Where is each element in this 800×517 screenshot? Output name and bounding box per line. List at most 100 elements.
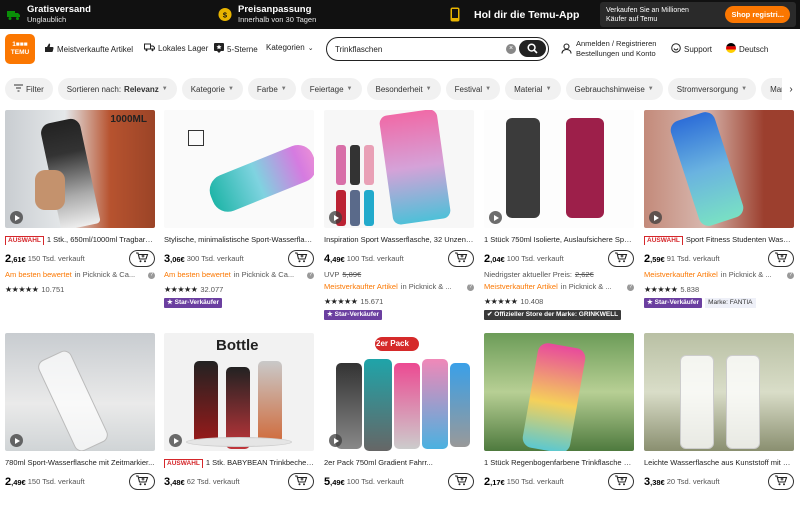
filter-bar: Filter Sortieren nach: Relevanz ▼ Katego… [0, 76, 800, 102]
product-card[interactable]: Inspiration Sport Wasserflasche, 32 Unze… [324, 110, 474, 320]
filter-chip-farbe[interactable]: Farbe ▼ [247, 78, 296, 100]
product-image[interactable] [324, 110, 474, 228]
add-to-cart-button[interactable] [448, 250, 474, 267]
clear-search-icon[interactable]: × [506, 44, 516, 54]
rating-row[interactable]: ★★★★★ 15.671 [324, 296, 474, 306]
thumbs-up-icon [44, 43, 54, 55]
product-card[interactable]: 1000ML AUSWAHL 1 Stk., 650ml/1000ml Tragba… [5, 110, 155, 294]
info-icon[interactable]: ? [148, 271, 155, 279]
search-box[interactable]: × [326, 37, 549, 61]
ranking-row[interactable]: Meistverkaufter Artikel in Picknick & ..… [644, 270, 794, 280]
product-image[interactable] [5, 333, 155, 451]
info-icon[interactable]: ? [787, 271, 794, 279]
search-input[interactable] [335, 44, 495, 54]
product-image[interactable]: 2er Pack [324, 333, 474, 451]
product-card[interactable]: Bottle AUSWAHL 1 Stk. BABYBEAN Trinkbecher… [164, 333, 314, 490]
filter-chip-feiertage[interactable]: Feiertage ▼ [300, 78, 362, 100]
ranking-row[interactable]: Am besten bewertet in Picknick & Ca... ? [5, 270, 155, 280]
support-link[interactable]: Support [671, 43, 712, 55]
filter-chip-festival[interactable]: Festival ▼ [445, 78, 501, 100]
rating-row[interactable]: ★★★★★ 32.077 [164, 284, 314, 294]
product-image[interactable] [484, 333, 634, 451]
app-download-banner[interactable]: Hol dir die Temu-App [448, 0, 579, 29]
info-icon[interactable]: ? [467, 283, 474, 291]
filter-chip-gebrauchshinweise[interactable]: Gebrauchshinweise ▼ [565, 78, 663, 100]
add-to-cart-button[interactable] [288, 473, 314, 490]
product-image[interactable]: Bottle [164, 333, 314, 451]
play-video-icon[interactable] [489, 211, 502, 224]
filter-chip-material[interactable]: Material ▼ [505, 78, 561, 100]
product-title-row[interactable]: Inspiration Sport Wasserflasche, 32 Unze… [324, 235, 474, 245]
nav-bestsellers[interactable]: Meistverkaufte Artikel [44, 43, 133, 55]
play-video-icon[interactable] [10, 434, 23, 447]
scroll-right-button[interactable]: › [782, 76, 800, 102]
product-title-row[interactable]: Leichte Wasserflasche aus Kunststoff mit… [644, 458, 794, 468]
nav-five-stars[interactable]: 5-Sterne [214, 43, 258, 55]
product-image[interactable] [644, 333, 794, 451]
add-to-cart-button[interactable] [288, 250, 314, 267]
product-card[interactable]: 1 Stück 750ml Isolierte, Auslaufsichere … [484, 110, 634, 320]
add-to-cart-button[interactable] [448, 473, 474, 490]
seller-promo-banner[interactable]: Verkaufen Sie an Millionen Käufer auf Te… [600, 2, 796, 27]
add-to-cart-button[interactable] [768, 473, 794, 490]
sort-dropdown[interactable]: Sortieren nach: Relevanz ▼ [57, 78, 177, 100]
free-shipping-banner[interactable]: Gratisversand Unglaublich [7, 0, 91, 29]
filter-button[interactable]: Filter [5, 78, 53, 100]
filter-chip-stromversorgung[interactable]: Stromversorgung ▼ [667, 78, 757, 100]
product-image[interactable]: 1000ML [5, 110, 155, 228]
ranking-row[interactable]: Meistverkaufter Artikel in Picknick & ..… [484, 282, 634, 292]
nav-categories[interactable]: Kategorien ⌄ [266, 43, 314, 52]
official-store-badge[interactable]: ✔ Offizieller Store der Marke: GRINKWELL [484, 310, 622, 320]
product-title-row[interactable]: AUSWAHL Sport Fitness Studenten Wasse... [644, 235, 794, 245]
product-image[interactable] [644, 110, 794, 228]
play-video-icon[interactable] [10, 211, 23, 224]
filter-chip-kategorie[interactable]: Kategorie ▼ [181, 78, 243, 100]
reference-price: 5,89€ [342, 270, 362, 279]
filter-label: Filter [26, 84, 44, 94]
play-video-icon[interactable] [329, 211, 342, 224]
ranking-row[interactable]: Am besten bewertet in Picknick & Ca... ? [164, 270, 314, 280]
product-card[interactable]: 2er Pack 2er Pack 750ml Gradient Fahrr...… [324, 333, 474, 490]
language-selector[interactable]: Deutsch [726, 43, 768, 55]
price-adjust-banner[interactable]: $ Preisanpassung Innerhalb von 30 Tagen [218, 0, 316, 29]
ranking-row[interactable]: Meistverkaufter Artikel in Picknick & ..… [324, 282, 474, 292]
product-card[interactable]: 1 Stück Regenbogenfarbene Trinkflasche 3… [484, 333, 634, 490]
product-card[interactable]: 780ml Sport-Wasserflasche mit Zeitmarkie… [5, 333, 155, 490]
star-seller-badge[interactable]: ★ Star-Verkäufer [164, 298, 223, 308]
rating-row[interactable]: ★★★★★ 10.408 [484, 296, 634, 306]
product-card[interactable]: Stylische, minimalistische Sport-Wasserf… [164, 110, 314, 308]
add-to-cart-button[interactable] [608, 473, 634, 490]
shop-register-button[interactable]: Shop registri... [725, 6, 790, 23]
product-title-row[interactable]: 780ml Sport-Wasserflasche mit Zeitmarkie… [5, 458, 155, 468]
add-to-cart-button[interactable] [608, 250, 634, 267]
filter-chip-besonderheit[interactable]: Besonderheit ▼ [366, 78, 441, 100]
add-to-cart-button[interactable] [129, 250, 155, 267]
product-card[interactable]: AUSWAHL Sport Fitness Studenten Wasse... … [644, 110, 794, 308]
rating-row[interactable]: ★★★★★ 10.751 [5, 284, 155, 294]
info-icon[interactable]: ? [627, 283, 634, 291]
product-card[interactable]: Leichte Wasserflasche aus Kunststoff mit… [644, 333, 794, 490]
add-to-cart-button[interactable] [768, 250, 794, 267]
search-button[interactable] [519, 40, 546, 57]
product-title-row[interactable]: 1 Stück 750ml Isolierte, Auslaufsichere … [484, 235, 634, 245]
product-title-row[interactable]: 1 Stück Regenbogenfarbene Trinkflasche 3… [484, 458, 634, 468]
brand-badge[interactable]: Marke: FANTIA [705, 298, 756, 308]
star-seller-badge[interactable]: ★ Star-Verkäufer [324, 310, 383, 320]
account-menu[interactable]: Anmelden / Registrieren Bestellungen und… [561, 39, 656, 59]
star-seller-badge[interactable]: ★ Star-Verkäufer [644, 298, 703, 308]
nav-local-warehouse[interactable]: Lokales Lager [144, 43, 208, 54]
add-to-cart-button[interactable] [129, 473, 155, 490]
product-title-row[interactable]: AUSWAHL 1 Stk. BABYBEAN Trinkbecher ... [164, 458, 314, 468]
product-title-row[interactable]: 2er Pack 750ml Gradient Fahrr... [324, 458, 474, 468]
play-video-icon[interactable] [329, 434, 342, 447]
product-image[interactable] [164, 110, 314, 228]
info-icon[interactable]: ? [307, 271, 314, 279]
play-video-icon[interactable] [649, 211, 662, 224]
play-video-icon[interactable] [169, 434, 182, 447]
temu-logo[interactable]: 1■■■ TEMU [5, 34, 35, 64]
rating-row[interactable]: ★★★★★ 5.838 [644, 284, 794, 294]
product-title-row[interactable]: AUSWAHL 1 Stk., 650ml/1000ml Tragbare ... [5, 235, 155, 245]
product-title-row[interactable]: Stylische, minimalistische Sport-Wasserf… [164, 235, 314, 245]
price-row: 3,38€ 20 Tsd. verkauft [644, 473, 794, 490]
product-image[interactable] [484, 110, 634, 228]
